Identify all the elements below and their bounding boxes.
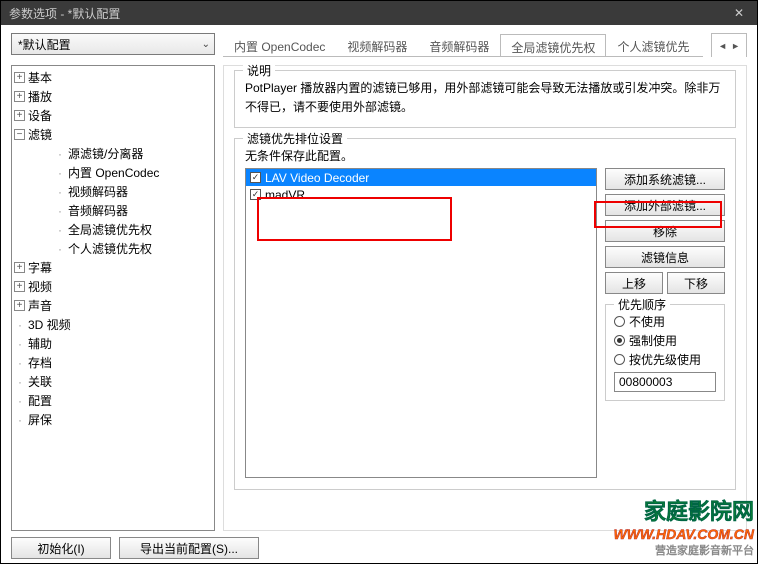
tab-global-filter[interactable]: 全局滤镜优先权 <box>500 34 606 57</box>
tab-audio-decoder[interactable]: 音频解码器 <box>418 33 500 56</box>
filter-list[interactable]: ✓ LAV Video Decoder ✓ madVR <box>245 168 597 478</box>
collapse-icon[interactable]: − <box>14 129 25 140</box>
priority-radio-disable[interactable]: 不使用 <box>614 313 716 330</box>
close-icon[interactable]: ✕ <box>729 4 749 22</box>
expand-icon[interactable]: + <box>14 91 25 102</box>
expand-icon[interactable]: + <box>14 262 25 273</box>
tab-scroll[interactable]: ◄ ► <box>711 33 747 57</box>
tab-video-decoder[interactable]: 视频解码器 <box>336 33 418 56</box>
priority-radio-force[interactable]: 强制使用 <box>614 332 716 349</box>
title-bar: 参数选项 - *默认配置 ✕ <box>1 1 757 25</box>
expand-icon[interactable]: + <box>14 281 25 292</box>
expand-icon[interactable]: + <box>14 110 25 121</box>
move-up-button[interactable]: 上移 <box>605 272 663 294</box>
watermark: 家庭影院网 WWW.HDAV.COM.CN 营造家庭影音新平台 <box>614 494 755 558</box>
add-system-filter-button[interactable]: 添加系统滤镜... <box>605 168 725 190</box>
expand-icon[interactable]: + <box>14 72 25 83</box>
initialize-button[interactable]: 初始化(I) <box>11 537 111 559</box>
add-external-filter-button[interactable]: 添加外部滤镜... <box>605 194 725 216</box>
description-box: 说明 PotPlayer 播放器内置的滤镜已够用，用外部滤镜可能会导致无法播放或… <box>234 70 736 128</box>
list-item[interactable]: ✓ LAV Video Decoder <box>246 169 596 186</box>
tab-personal-filter[interactable]: 个人滤镜优先 <box>606 33 700 56</box>
priority-value-input[interactable]: 00800003 <box>614 372 716 392</box>
category-tree[interactable]: +基本 +播放 +设备 −滤镜 源滤镜/分离器 内置 OpenCodec 视频解… <box>11 65 215 531</box>
chevron-down-icon: ⌄ <box>202 39 210 50</box>
checkbox-icon[interactable]: ✓ <box>250 172 261 183</box>
config-select[interactable]: *默认配置 ⌄ <box>11 33 215 55</box>
chevron-right-icon[interactable]: ► <box>729 41 742 51</box>
settings-panel: 说明 PotPlayer 播放器内置的滤镜已够用，用外部滤镜可能会导致无法播放或… <box>223 65 747 531</box>
tab-opencodec[interactable]: 内置 OpenCodec <box>223 33 336 56</box>
chevron-left-icon[interactable]: ◄ <box>716 41 729 51</box>
remove-button[interactable]: 移除 <box>605 220 725 242</box>
tab-bar: 内置 OpenCodec 视频解码器 音频解码器 全局滤镜优先权 个人滤镜优先 <box>223 33 703 57</box>
filter-settings-box: 滤镜优先排位设置 无条件保存此配置。 ✓ LAV Video Decoder ✓… <box>234 138 736 490</box>
checkbox-icon[interactable]: ✓ <box>250 189 261 200</box>
expand-icon[interactable]: + <box>14 300 25 311</box>
move-down-button[interactable]: 下移 <box>667 272 725 294</box>
list-item[interactable]: ✓ madVR <box>246 186 596 203</box>
priority-radio-level[interactable]: 按优先级使用 <box>614 351 716 368</box>
export-config-button[interactable]: 导出当前配置(S)... <box>119 537 259 559</box>
filter-info-button[interactable]: 滤镜信息 <box>605 246 725 268</box>
window-title: 参数选项 - *默认配置 <box>9 5 120 22</box>
priority-box: 优先顺序 不使用 强制使用 按优先级使用 00800003 <box>605 304 725 401</box>
